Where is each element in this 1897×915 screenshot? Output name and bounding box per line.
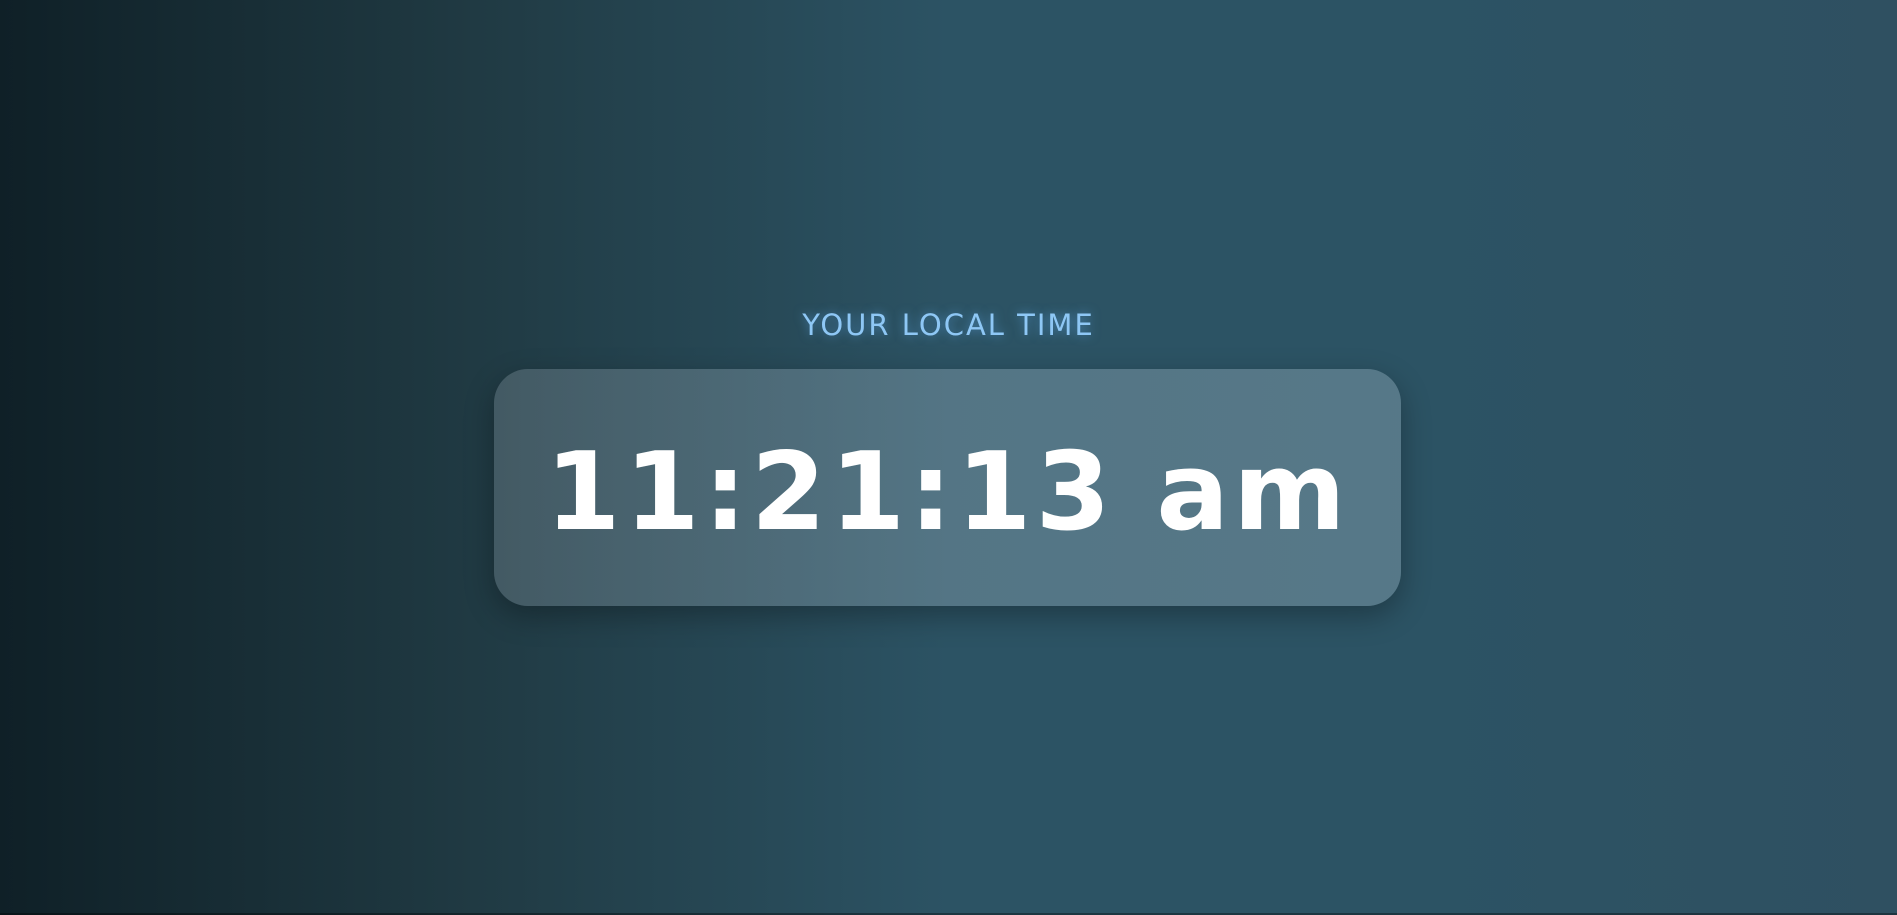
local-time-label: YOUR LOCAL TIME [802, 308, 1095, 342]
time-panel: 11:21:13 am [494, 369, 1401, 606]
time-display: 11:21:13 am [545, 430, 1350, 555]
clock-screen: YOUR LOCAL TIME 11:21:13 am [0, 0, 1897, 915]
